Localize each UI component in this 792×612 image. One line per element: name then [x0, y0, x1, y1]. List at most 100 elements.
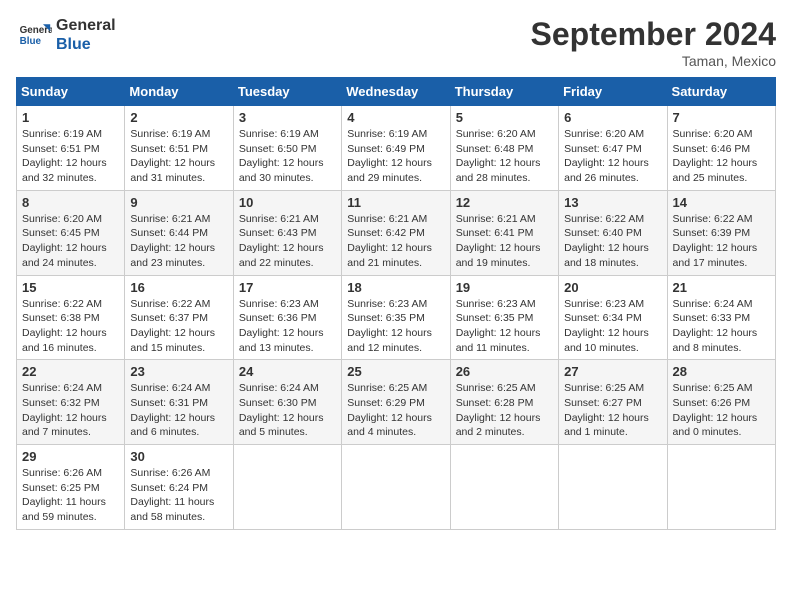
- calendar-cell: [342, 445, 450, 530]
- calendar-week-row: 22 Sunrise: 6:24 AM Sunset: 6:32 PM Dayli…: [17, 360, 776, 445]
- day-info: Sunrise: 6:21 AM Sunset: 6:43 PM Dayligh…: [239, 212, 336, 271]
- calendar-cell: 23 Sunrise: 6:24 AM Sunset: 6:31 PM Dayli…: [125, 360, 233, 445]
- day-info: Sunrise: 6:25 AM Sunset: 6:28 PM Dayligh…: [456, 381, 553, 440]
- calendar-cell: [667, 445, 775, 530]
- day-info: Sunrise: 6:20 AM Sunset: 6:46 PM Dayligh…: [673, 127, 770, 186]
- day-info: Sunrise: 6:23 AM Sunset: 6:35 PM Dayligh…: [456, 297, 553, 356]
- calendar-cell: 12 Sunrise: 6:21 AM Sunset: 6:41 PM Dayli…: [450, 190, 558, 275]
- calendar-cell: 16 Sunrise: 6:22 AM Sunset: 6:37 PM Dayli…: [125, 275, 233, 360]
- calendar-cell: 19Sunrise: 6:23 AM Sunset: 6:35 PM Dayli…: [450, 275, 558, 360]
- calendar-cell: 24 Sunrise: 6:24 AM Sunset: 6:30 PM Dayli…: [233, 360, 341, 445]
- day-info: Sunrise: 6:20 AM Sunset: 6:47 PM Dayligh…: [564, 127, 661, 186]
- day-number: 10: [239, 195, 336, 210]
- calendar-cell: 20 Sunrise: 6:23 AM Sunset: 6:34 PM Dayli…: [559, 275, 667, 360]
- day-number: 15: [22, 280, 119, 295]
- day-number: 24: [239, 364, 336, 379]
- calendar-cell: 6Sunrise: 6:20 AM Sunset: 6:47 PM Daylig…: [559, 106, 667, 191]
- day-number: 22: [22, 364, 119, 379]
- day-number: 28: [673, 364, 770, 379]
- calendar-cell: 21 Sunrise: 6:24 AM Sunset: 6:33 PM Dayli…: [667, 275, 775, 360]
- day-info: Sunrise: 6:25 AM Sunset: 6:26 PM Dayligh…: [673, 381, 770, 440]
- day-info: Sunrise: 6:24 AM Sunset: 6:32 PM Dayligh…: [22, 381, 119, 440]
- calendar-cell: 18 Sunrise: 6:23 AM Sunset: 6:35 PM Dayli…: [342, 275, 450, 360]
- day-info: Sunrise: 6:22 AM Sunset: 6:37 PM Dayligh…: [130, 297, 227, 356]
- calendar-cell: 2 Sunrise: 6:19 AM Sunset: 6:51 PM Daylig…: [125, 106, 233, 191]
- day-number: 27: [564, 364, 661, 379]
- calendar-cell: 22 Sunrise: 6:24 AM Sunset: 6:32 PM Dayli…: [17, 360, 125, 445]
- logo-line2: Blue: [56, 35, 116, 54]
- calendar-cell: 3 Sunrise: 6:19 AM Sunset: 6:50 PM Daylig…: [233, 106, 341, 191]
- logo: General Blue General Blue: [16, 16, 116, 54]
- calendar-cell: 13 Sunrise: 6:22 AM Sunset: 6:40 PM Dayli…: [559, 190, 667, 275]
- day-info: Sunrise: 6:20 AM Sunset: 6:45 PM Dayligh…: [22, 212, 119, 271]
- day-number: 12: [456, 195, 553, 210]
- day-number: 14: [673, 195, 770, 210]
- calendar-cell: 28 Sunrise: 6:25 AM Sunset: 6:26 PM Dayli…: [667, 360, 775, 445]
- day-number: 26: [456, 364, 553, 379]
- calendar-cell: 4 Sunrise: 6:19 AM Sunset: 6:49 PM Daylig…: [342, 106, 450, 191]
- day-info: Sunrise: 6:19 AM Sunset: 6:51 PM Dayligh…: [22, 127, 119, 186]
- calendar-week-row: 8 Sunrise: 6:20 AM Sunset: 6:45 PM Daylig…: [17, 190, 776, 275]
- calendar-cell: [559, 445, 667, 530]
- calendar-cell: 10 Sunrise: 6:21 AM Sunset: 6:43 PM Dayli…: [233, 190, 341, 275]
- svg-text:Blue: Blue: [20, 36, 42, 47]
- day-info: Sunrise: 6:21 AM Sunset: 6:44 PM Dayligh…: [130, 212, 227, 271]
- calendar-cell: 1 Sunrise: 6:19 AM Sunset: 6:51 PM Daylig…: [17, 106, 125, 191]
- col-header-sunday: Sunday: [17, 78, 125, 106]
- day-info: Sunrise: 6:23 AM Sunset: 6:35 PM Dayligh…: [347, 297, 444, 356]
- day-number: 29: [22, 449, 119, 464]
- day-number: 5: [456, 110, 553, 125]
- day-number: 3: [239, 110, 336, 125]
- calendar-table: SundayMondayTuesdayWednesdayThursdayFrid…: [16, 77, 776, 530]
- day-info: Sunrise: 6:25 AM Sunset: 6:29 PM Dayligh…: [347, 381, 444, 440]
- calendar-week-row: 1 Sunrise: 6:19 AM Sunset: 6:51 PM Daylig…: [17, 106, 776, 191]
- day-info: Sunrise: 6:22 AM Sunset: 6:40 PM Dayligh…: [564, 212, 661, 271]
- day-info: Sunrise: 6:23 AM Sunset: 6:36 PM Dayligh…: [239, 297, 336, 356]
- calendar-header-row: SundayMondayTuesdayWednesdayThursdayFrid…: [17, 78, 776, 106]
- day-number: 21: [673, 280, 770, 295]
- day-number: 17: [239, 280, 336, 295]
- day-number: 11: [347, 195, 444, 210]
- day-number: 1: [22, 110, 119, 125]
- day-number: 18: [347, 280, 444, 295]
- day-info: Sunrise: 6:23 AM Sunset: 6:34 PM Dayligh…: [564, 297, 661, 356]
- calendar-cell: 15 Sunrise: 6:22 AM Sunset: 6:38 PM Dayli…: [17, 275, 125, 360]
- day-number: 8: [22, 195, 119, 210]
- day-info: Sunrise: 6:19 AM Sunset: 6:49 PM Dayligh…: [347, 127, 444, 186]
- day-number: 2: [130, 110, 227, 125]
- day-number: 9: [130, 195, 227, 210]
- logo-icon: General Blue: [16, 17, 52, 53]
- calendar-cell: 14 Sunrise: 6:22 AM Sunset: 6:39 PM Dayli…: [667, 190, 775, 275]
- day-number: 7: [673, 110, 770, 125]
- day-number: 23: [130, 364, 227, 379]
- day-info: Sunrise: 6:24 AM Sunset: 6:33 PM Dayligh…: [673, 297, 770, 356]
- day-number: 4: [347, 110, 444, 125]
- calendar-cell: [450, 445, 558, 530]
- day-info: Sunrise: 6:21 AM Sunset: 6:42 PM Dayligh…: [347, 212, 444, 271]
- day-info: Sunrise: 6:24 AM Sunset: 6:30 PM Dayligh…: [239, 381, 336, 440]
- calendar-cell: 5 Sunrise: 6:20 AM Sunset: 6:48 PM Daylig…: [450, 106, 558, 191]
- day-info: Sunrise: 6:24 AM Sunset: 6:31 PM Dayligh…: [130, 381, 227, 440]
- day-info: Sunrise: 6:19 AM Sunset: 6:51 PM Dayligh…: [130, 127, 227, 186]
- location: Taman, Mexico: [531, 53, 776, 69]
- day-info: Sunrise: 6:22 AM Sunset: 6:39 PM Dayligh…: [673, 212, 770, 271]
- calendar-cell: 11 Sunrise: 6:21 AM Sunset: 6:42 PM Dayli…: [342, 190, 450, 275]
- calendar-week-row: 15 Sunrise: 6:22 AM Sunset: 6:38 PM Dayli…: [17, 275, 776, 360]
- day-number: 16: [130, 280, 227, 295]
- day-info: Sunrise: 6:20 AM Sunset: 6:48 PM Dayligh…: [456, 127, 553, 186]
- calendar-cell: 29 Sunrise: 6:26 AM Sunset: 6:25 PM Dayli…: [17, 445, 125, 530]
- day-info: Sunrise: 6:26 AM Sunset: 6:25 PM Dayligh…: [22, 466, 119, 525]
- calendar-cell: 30Sunrise: 6:26 AM Sunset: 6:24 PM Dayli…: [125, 445, 233, 530]
- day-info: Sunrise: 6:22 AM Sunset: 6:38 PM Dayligh…: [22, 297, 119, 356]
- day-number: 20: [564, 280, 661, 295]
- title-area: September 2024 Taman, Mexico: [531, 16, 776, 69]
- day-number: 13: [564, 195, 661, 210]
- col-header-wednesday: Wednesday: [342, 78, 450, 106]
- day-info: Sunrise: 6:25 AM Sunset: 6:27 PM Dayligh…: [564, 381, 661, 440]
- day-number: 25: [347, 364, 444, 379]
- day-info: Sunrise: 6:21 AM Sunset: 6:41 PM Dayligh…: [456, 212, 553, 271]
- logo-line1: General: [56, 16, 116, 35]
- day-info: Sunrise: 6:26 AM Sunset: 6:24 PM Dayligh…: [130, 466, 227, 525]
- day-info: Sunrise: 6:19 AM Sunset: 6:50 PM Dayligh…: [239, 127, 336, 186]
- calendar-cell: [233, 445, 341, 530]
